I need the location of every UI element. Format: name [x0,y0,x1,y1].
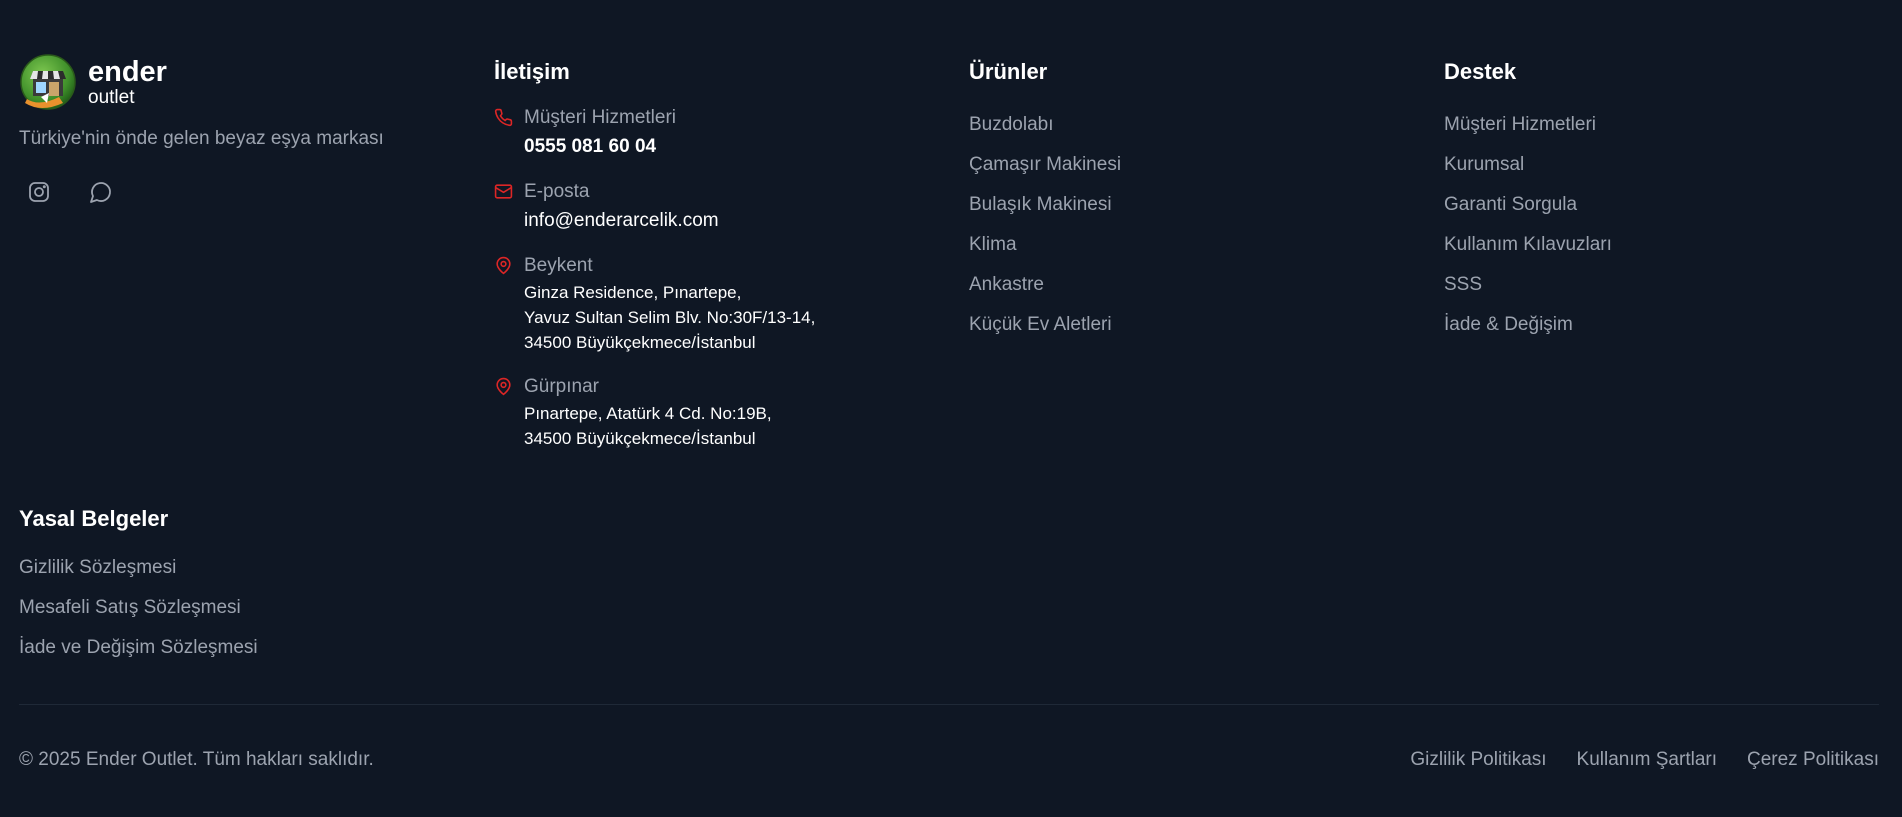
phone-link[interactable]: 0555 081 60 04 [524,134,676,160]
support-list: Müşteri Hizmetleri Kurumsal Garanti Sorg… [1444,105,1879,345]
beykent-address: Ginza Residence, Pınartepe, Yavuz Sultan… [524,280,815,355]
bottom-links: Gizlilik Politikası Kullanım Şartları Çe… [1380,749,1879,771]
map-pin-icon [494,254,514,355]
contact-phone: Müşteri Hizmetleri 0555 081 60 04 [494,106,934,160]
contact-gurpinar: Gürpınar Pınartepe, Atatürk 4 Cd. No:19B… [494,375,934,451]
legal-link-gizlilik[interactable]: Gizlilik Sözleşmesi [19,548,459,588]
phone-label: Müşteri Hizmetleri [524,107,677,129]
social-links [19,172,459,216]
email-link[interactable]: info@enderarcelik.com [524,208,719,234]
support-link-kurumsal[interactable]: Kurumsal [1444,145,1879,185]
legal-heading: Yasal Belgeler [19,506,169,531]
address-line: 34500 Büyükçekmece/İstanbul [524,333,756,353]
products-list: Buzdolabı Çamaşır Makinesi Bulaşık Makin… [969,105,1409,345]
support-link-musteri-hizmetleri[interactable]: Müşteri Hizmetleri [1444,105,1879,145]
product-link-ankastre[interactable]: Ankastre [969,265,1409,305]
chat-button[interactable] [79,172,123,216]
contact-email: E-posta info@enderarcelik.com [494,180,934,234]
chat-bubble-icon [89,180,113,209]
contact-beykent: Beykent Ginza Residence, Pınartepe, Yavu… [494,254,934,355]
legal-link-iade-degisim[interactable]: İade ve Değişim Sözleşmesi [19,628,459,668]
brand-name: ender [88,55,167,88]
support-link-sss[interactable]: SSS [1444,265,1879,305]
terms-of-use-link[interactable]: Kullanım Şartları [1577,749,1717,771]
gurpinar-address: Pınartepe, Atatürk 4 Cd. No:19B, 34500 B… [524,401,772,451]
address-line: Yavuz Sultan Selim Blv. No:30F/13-14, [524,308,816,328]
support-column: Destek Müşteri Hizmetleri Kurumsal Garan… [1444,53,1879,345]
contact-column: İletişim Müşteri Hizmetleri 0555 081 60 … [494,53,934,471]
brand-logo-link[interactable]: ender outlet [19,53,459,111]
beykent-label: Beykent [524,255,593,277]
support-link-garanti-sorgula[interactable]: Garanti Sorgula [1444,185,1879,225]
privacy-policy-link[interactable]: Gizlilik Politikası [1410,749,1546,771]
email-label: E-posta [524,181,590,203]
brand-tagline: Türkiye'nin önde gelen beyaz eşya markas… [19,128,384,149]
product-link-camasir-makinesi[interactable]: Çamaşır Makinesi [969,145,1409,185]
phone-icon [494,106,514,160]
legal-list: Gizlilik Sözleşmesi Mesafeli Satış Sözle… [19,548,459,668]
support-link-kullanim-kilavuzlari[interactable]: Kullanım Kılavuzları [1444,225,1879,265]
instagram-icon [27,180,51,209]
copyright-text: © 2025 Ender Outlet. Tüm hakları saklıdı… [19,749,374,770]
address-line: Pınartepe, Atatürk 4 Cd. No:19B, [524,404,772,424]
brand-subtitle: outlet [88,86,135,108]
product-link-buzdolabi[interactable]: Buzdolabı [969,105,1409,145]
cookie-policy-link[interactable]: Çerez Politikası [1747,749,1879,771]
map-pin-icon [494,375,514,451]
products-column: Ürünler Buzdolabı Çamaşır Makinesi Bulaş… [969,53,1409,345]
support-link-iade-degisim[interactable]: İade & Değişim [1444,305,1879,345]
storefront-logo-icon [19,53,76,111]
mail-icon [494,180,514,234]
product-link-klima[interactable]: Klima [969,225,1409,265]
product-link-kucuk-ev-aletleri[interactable]: Küçük Ev Aletleri [969,305,1409,345]
instagram-button[interactable] [17,172,61,216]
brand-column: ender outlet Türkiye'nin önde gelen beya… [19,53,459,216]
gurpinar-label: Gürpınar [524,376,599,398]
footer-divider [19,704,1879,705]
legal-section: Yasal Belgeler Gizlilik Sözleşmesi Mesaf… [19,500,459,668]
address-line: Ginza Residence, Pınartepe, [524,283,742,303]
contact-heading: İletişim [494,59,570,84]
support-heading: Destek [1444,59,1517,84]
site-footer: ender outlet Türkiye'nin önde gelen beya… [19,0,1879,817]
address-line: 34500 Büyükçekmece/İstanbul [524,429,756,449]
product-link-bulasik-makinesi[interactable]: Bulaşık Makinesi [969,185,1409,225]
products-heading: Ürünler [969,59,1048,84]
legal-link-mesafeli-satis[interactable]: Mesafeli Satış Sözleşmesi [19,588,459,628]
